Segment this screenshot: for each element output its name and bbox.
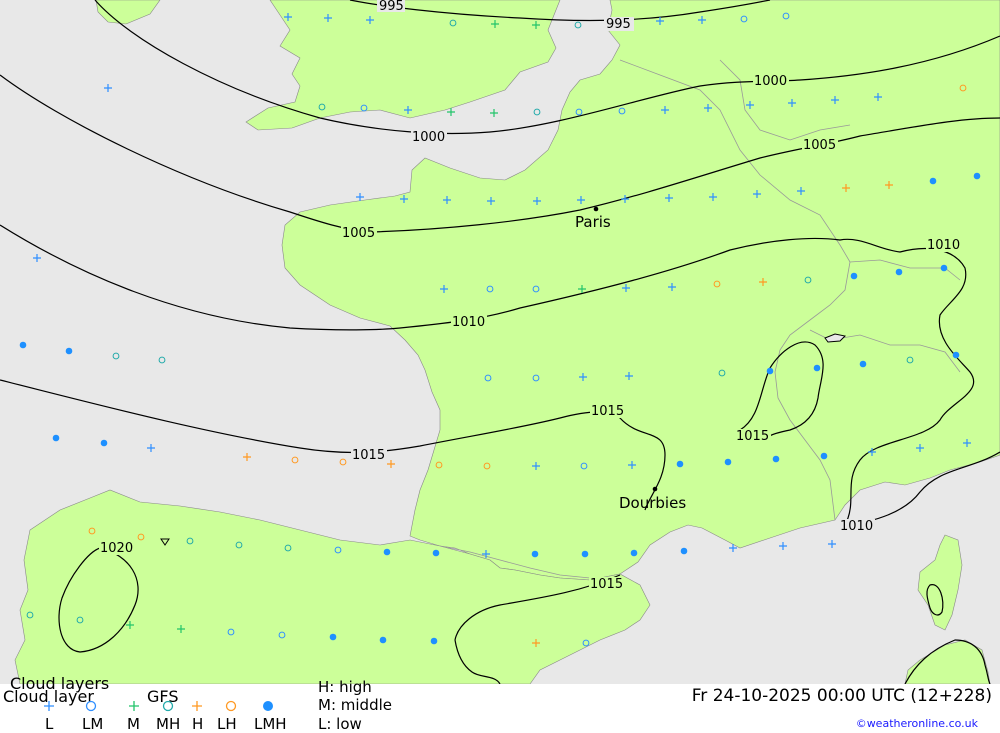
dot-blue-icon [19,341,27,349]
plus-orange-icon [192,701,202,711]
isobar-label: 1000 [754,74,787,89]
isobar-label: 1015 [352,448,385,463]
dot-blue-icon [676,460,684,468]
dot-blue-icon [724,458,732,466]
plus-blue-icon [44,701,54,711]
legend-code-lmh: LMH [254,715,287,733]
dot-blue-icon [263,701,273,711]
isobar-label: 1015 [736,429,769,444]
city-label-paris: Paris [575,213,611,231]
dot-blue-icon [581,550,589,558]
legend-code-lm: LM [82,715,104,733]
dot-blue-icon [973,172,981,180]
dot-blue-icon [432,549,440,557]
city-label-dourbies: Dourbies [619,494,686,512]
legend-key-high: H: high [318,678,372,696]
isobar-label: 1005 [803,138,836,153]
dot-blue-icon [383,548,391,556]
isobar-label: 1000 [412,130,445,145]
isobar-label: 1015 [590,577,623,592]
ring-orange-icon [225,700,237,712]
legend-code-m: M [127,715,140,733]
legend-code-lh: LH [217,715,237,733]
isobar-label: 995 [606,17,631,32]
dot-blue-icon [379,636,387,644]
isobar-label: 1020 [100,541,133,556]
dot-blue-icon [813,364,821,372]
dot-blue-icon [430,637,438,645]
dot-blue-icon [859,360,867,368]
legend: Cloud layers Cloud layer GFS L LM M MH H… [0,674,1000,733]
legend-code-mh: MH [156,715,181,733]
city-marker-paris [593,206,599,212]
dot-blue-icon [531,550,539,558]
dot-blue-icon [630,549,638,557]
dot-blue-icon [929,177,937,185]
forecast-datetime: Fr 24-10-2025 00:00 UTC (12+228) [691,686,992,706]
legend-code-l: L [45,715,54,733]
city-marker-dourbies [652,486,658,492]
dot-blue-icon [820,452,828,460]
legend-key-middle: M: middle [318,696,392,714]
plus-green-icon [129,701,139,711]
dot-blue-icon [766,367,774,375]
isobar-label: 1015 [591,404,624,419]
dot-blue-icon [100,439,108,447]
dot-blue-icon [329,633,337,641]
dot-blue-icon [772,455,780,463]
ring-teal-icon [162,700,174,712]
dot-blue-icon [940,264,948,272]
dot-blue-icon [895,268,903,276]
weather-map: 995 995 1000 1000 1005 1005 1010 1010 10… [0,0,1000,684]
dot-blue-icon [680,547,688,555]
legend-code-h: H [192,715,204,733]
isobar-label: 995 [379,0,404,14]
isobar-label: 1005 [342,226,375,241]
dot-blue-icon [52,434,60,442]
dot-blue-icon [952,351,960,359]
isobar-label: 1010 [927,238,960,253]
ring-blue-icon [85,700,97,712]
isobar-label: 1010 [452,315,485,330]
dot-blue-icon [850,272,858,280]
legend-key-low: L: low [318,715,362,733]
credit-link[interactable]: ©weatheronline.co.uk [856,717,978,730]
legend-symbols [44,700,273,712]
dot-blue-icon [65,347,73,355]
isobar-label: 1010 [840,519,873,534]
